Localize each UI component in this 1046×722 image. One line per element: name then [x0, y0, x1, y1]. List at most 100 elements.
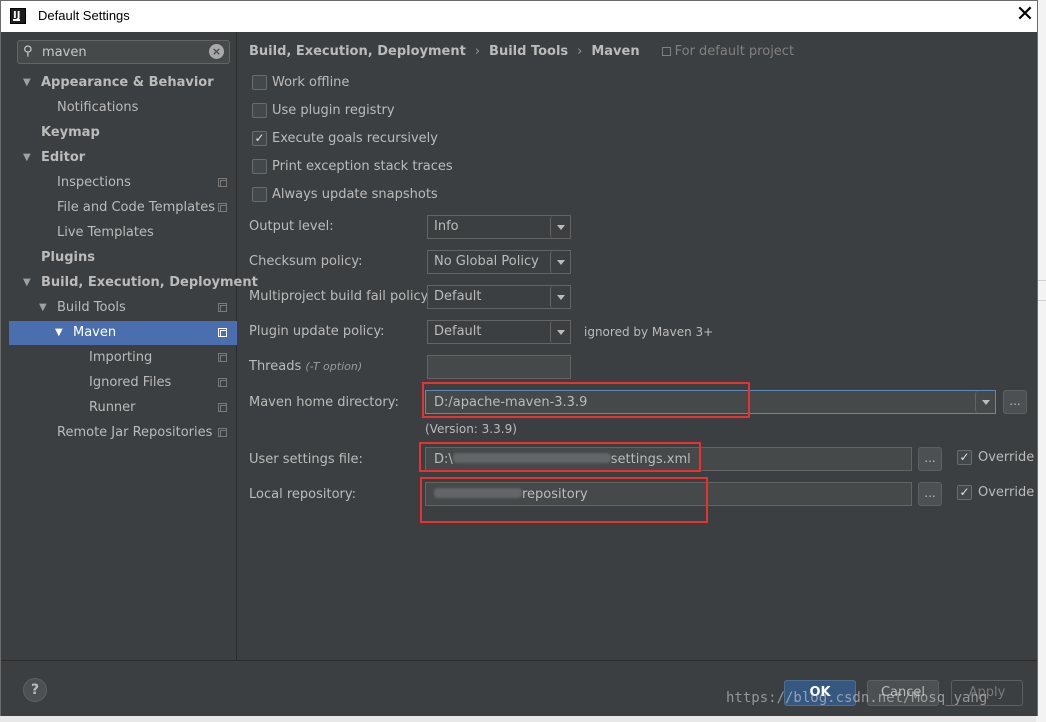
override-local-repository-checkbox[interactable]: ✓: [957, 485, 972, 500]
search-input[interactable]: [42, 43, 202, 61]
window-title: Default Settings: [38, 8, 130, 23]
dropdown-button[interactable]: [550, 286, 570, 308]
project-scope-icon: [661, 47, 671, 56]
expand-arrow-icon[interactable]: ▼: [55, 321, 63, 345]
tree-item-notifications[interactable]: Notifications: [1, 96, 237, 120]
project-scope-icon: [218, 303, 227, 312]
tree-item-label: File and Code Templates: [57, 200, 215, 215]
tree-item-live-templates[interactable]: Live Templates: [1, 221, 237, 245]
browse-maven-home-button[interactable]: ...: [1003, 390, 1027, 414]
threads-label-text: Threads: [249, 359, 302, 374]
scope-label: For default project: [661, 44, 795, 59]
dropdown-button[interactable]: [975, 391, 995, 413]
tree-item-build-execution[interactable]: ▼ Build, Execution, Deployment: [1, 271, 258, 295]
chevron-down-icon: [557, 295, 565, 300]
chevron-down-icon: [557, 225, 565, 230]
override-label: Override: [978, 450, 1035, 465]
maven-settings-panel: Build, Execution, Deployment › Build Tools…: [238, 32, 1037, 660]
title-bar: IJ Default Settings ✕: [1, 1, 1037, 32]
breadcrumb-maven: Maven: [591, 44, 640, 59]
highlight-box-user-settings: [419, 442, 701, 472]
settings-dialog: IJ Default Settings ✕ ⚲ × ▼ Appearance &…: [0, 0, 1038, 716]
tree-item-label: Notifications: [57, 100, 139, 115]
tree-item-maven[interactable]: ▼ Maven: [9, 321, 237, 345]
threads-label: Threads (-T option): [249, 359, 362, 374]
checkbox-label: Work offline: [272, 75, 350, 90]
search-icon: ⚲: [23, 44, 33, 59]
checkbox-label: Execute goals recursively: [272, 131, 438, 146]
output-level-select[interactable]: Info: [427, 215, 571, 239]
project-scope-icon: [218, 203, 227, 212]
checkbox-label: Always update snapshots: [272, 187, 438, 202]
output-level-value: Info: [434, 219, 459, 234]
project-scope-icon: [218, 403, 227, 412]
tree-item-label: Appearance & Behavior: [41, 75, 214, 90]
checksum-policy-select[interactable]: No Global Policy: [427, 250, 571, 274]
tree-item-label: Keymap: [41, 125, 100, 140]
project-scope-icon: [218, 178, 227, 187]
checkmark-icon: ✓: [959, 485, 970, 499]
checkmark-icon: ✓: [254, 131, 265, 145]
watermark-text: https://blog.csdn.net/Mosq_yang: [726, 690, 988, 706]
tree-item-file-code-templates[interactable]: File and Code Templates: [1, 196, 237, 220]
clear-search-icon[interactable]: ×: [209, 44, 224, 59]
tree-item-build-tools[interactable]: ▼ Build Tools: [1, 296, 237, 320]
settings-sidebar: ⚲ × ▼ Appearance & Behavior Notification…: [1, 32, 258, 660]
expand-arrow-icon[interactable]: ▼: [23, 71, 31, 95]
tree-item-label: Maven: [73, 325, 117, 340]
dropdown-button[interactable]: [550, 216, 570, 238]
close-icon[interactable]: ✕: [1013, 4, 1037, 28]
tree-item-importing[interactable]: Importing: [1, 346, 237, 370]
work-offline-checkbox[interactable]: [252, 75, 267, 90]
breadcrumb-build-execution[interactable]: Build, Execution, Deployment: [249, 44, 466, 59]
tree-item-editor[interactable]: ▼ Editor: [1, 146, 237, 170]
chevron-down-icon: [982, 400, 990, 405]
highlight-box-local-repository: [420, 477, 708, 523]
tree-item-appearance[interactable]: ▼ Appearance & Behavior: [1, 71, 237, 95]
threads-hint: (-T option): [305, 360, 363, 373]
user-settings-label: User settings file:: [249, 452, 363, 467]
tree-item-label: Plugins: [41, 250, 95, 265]
expand-arrow-icon[interactable]: ▼: [23, 271, 31, 295]
checkbox-label: Print exception stack traces: [272, 159, 453, 174]
print-exception-checkbox[interactable]: [252, 159, 267, 174]
scope-text: For default project: [674, 44, 795, 59]
tree-item-keymap[interactable]: Keymap: [1, 121, 237, 145]
output-level-label: Output level:: [249, 219, 334, 234]
tree-item-label: Runner: [89, 400, 136, 415]
tree-item-inspections[interactable]: Inspections: [1, 171, 237, 195]
override-user-settings-checkbox[interactable]: ✓: [957, 450, 972, 465]
project-scope-icon: [218, 353, 227, 362]
use-plugin-registry-checkbox[interactable]: [252, 103, 267, 118]
help-button[interactable]: ?: [23, 678, 47, 702]
tree-item-ignored-files[interactable]: Ignored Files: [1, 371, 237, 395]
plugin-update-value: Default: [434, 324, 482, 339]
tree-item-plugins[interactable]: Plugins: [1, 246, 237, 270]
plugin-update-label: Plugin update policy:: [249, 324, 385, 339]
settings-search[interactable]: ⚲ ×: [17, 40, 230, 64]
threads-input[interactable]: [427, 355, 571, 379]
tree-item-remote-jar-repos[interactable]: Remote Jar Repositories: [1, 421, 237, 445]
dropdown-button[interactable]: [550, 251, 570, 273]
browse-user-settings-button[interactable]: ...: [918, 447, 942, 471]
dropdown-button[interactable]: [550, 321, 570, 343]
browse-local-repository-button[interactable]: ...: [918, 482, 942, 506]
execute-goals-recursively-checkbox[interactable]: ✓: [252, 131, 267, 146]
override-label: Override: [978, 485, 1035, 500]
checkbox-label: Use plugin registry: [272, 103, 395, 118]
fail-policy-select[interactable]: Default: [427, 285, 571, 309]
breadcrumb-build-tools[interactable]: Build Tools: [489, 44, 568, 59]
dialog-button-bar: ? OK Cancel Apply https://blog.csdn.net/…: [1, 660, 1037, 716]
plugin-update-select[interactable]: Default: [427, 320, 571, 344]
breadcrumb-separator-icon: ›: [577, 44, 583, 59]
expand-arrow-icon[interactable]: ▼: [23, 146, 31, 170]
tree-item-label: Inspections: [57, 175, 131, 190]
breadcrumb: Build, Execution, Deployment › Build Tools…: [249, 44, 794, 59]
always-update-snapshots-checkbox[interactable]: [252, 187, 267, 202]
checksum-policy-label: Checksum policy:: [249, 254, 363, 269]
checksum-policy-value: No Global Policy: [434, 254, 539, 269]
expand-arrow-icon[interactable]: ▼: [39, 296, 47, 320]
tree-item-runner[interactable]: Runner: [1, 396, 237, 420]
tree-item-label: Ignored Files: [89, 375, 172, 390]
tree-item-label: Editor: [41, 150, 86, 165]
